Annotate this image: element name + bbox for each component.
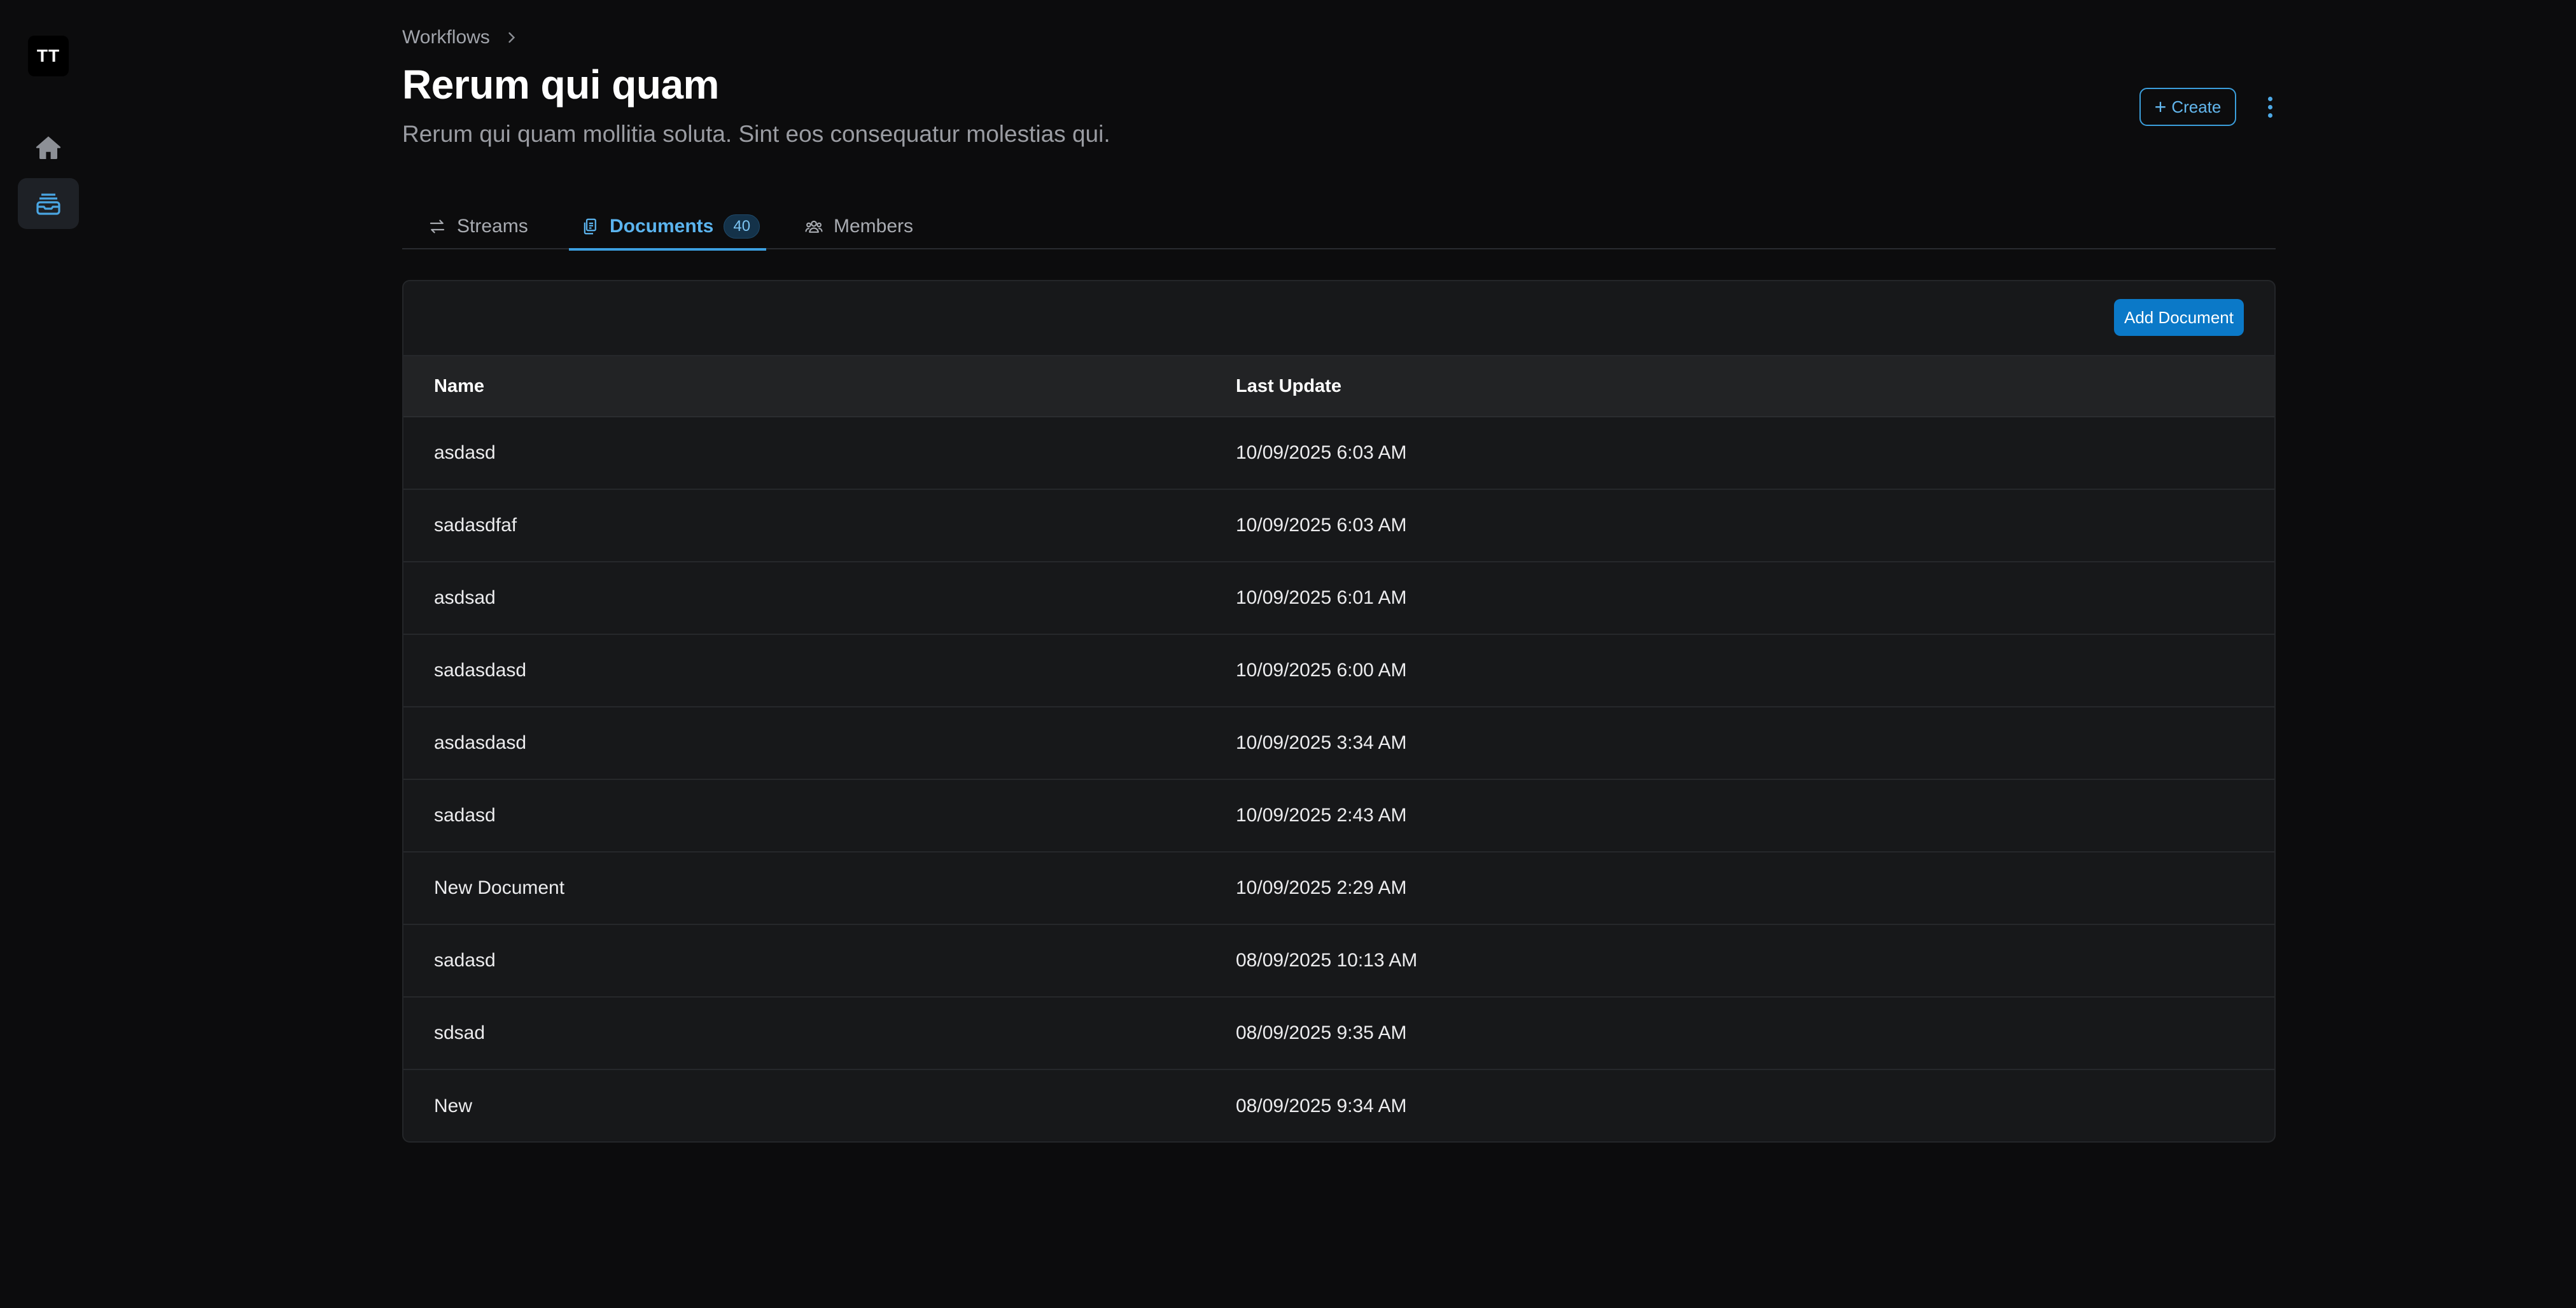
dot-icon [2267,113,2272,118]
tab-documents[interactable]: Documents 40 [569,205,766,251]
document-last-update: 10/09/2025 3:34 AM [1236,732,1407,753]
dot-icon [2267,96,2272,101]
table-header: Name Last Update [403,356,2274,417]
add-document-button[interactable]: Add Document [2114,299,2244,336]
document-last-update: 10/09/2025 6:00 AM [1236,660,1407,681]
document-last-update: 10/09/2025 6:01 AM [1236,587,1407,608]
tab-label: Streams [457,216,528,237]
document-name: sadasdasd [434,660,527,681]
table-row[interactable]: sadasdasd 10/09/2025 6:00 AM [403,635,2274,707]
document-name: New Document [434,877,565,898]
document-last-update: 08/09/2025 9:34 AM [1236,1096,1407,1117]
document-name: sadasdfaf [434,515,517,536]
document-last-update: 10/09/2025 6:03 AM [1236,442,1407,463]
create-button[interactable]: + Create [2139,88,2236,126]
dot-icon [2267,104,2272,109]
users-icon [805,220,823,233]
plus-icon: + [2154,95,2167,118]
table-row[interactable]: asdasd 10/09/2025 6:03 AM [403,417,2274,490]
document-last-update: 10/09/2025 2:29 AM [1236,877,1407,898]
document-last-update: 10/09/2025 2:43 AM [1236,805,1407,826]
create-button-label: Create [2171,97,2222,116]
arrows-right-left-icon [430,219,445,233]
table-row[interactable]: New 08/09/2025 9:34 AM [403,1070,2274,1141]
count-badge: 40 [724,214,760,239]
document-last-update: 08/09/2025 10:13 AM [1236,950,1418,971]
avatar[interactable]: TT [28,36,69,76]
document-name: sadasd [434,950,496,971]
table-row[interactable]: asdsad 10/09/2025 6:01 AM [403,562,2274,635]
table-row[interactable]: sdsad 08/09/2025 9:35 AM [403,998,2274,1070]
table-toolbar: Add Document [403,281,2274,356]
document-name: New [434,1096,473,1117]
page-subtitle: Rerum qui quam mollitia soluta. Sint eos… [402,121,1110,147]
document-name: asdsad [434,587,496,608]
table-row[interactable]: sadasdfaf 10/09/2025 6:03 AM [403,490,2274,562]
tab-bar: Streams Documents 40 Members [402,191,2276,251]
table-row[interactable]: sadasd 10/09/2025 2:43 AM [403,780,2274,852]
document-last-update: 08/09/2025 9:35 AM [1236,1022,1407,1043]
document-name: asdasd [434,442,496,463]
sidebar: TT [0,0,97,1308]
sidebar-item-home[interactable] [18,122,79,173]
more-options-button[interactable] [2254,90,2286,123]
column-header-name[interactable]: Name [434,376,484,397]
document-last-update: 10/09/2025 6:03 AM [1236,515,1407,536]
document-name: asdasdasd [434,732,527,753]
chevron-right-icon [508,32,515,43]
table-row[interactable]: New Document 10/09/2025 2:29 AM [403,852,2274,925]
tab-label: Members [834,216,914,237]
tab-label: Documents [610,216,714,237]
document-name: sadasd [434,805,496,826]
document-name: sdsad [434,1022,486,1043]
page-title: Rerum qui quam [402,62,719,108]
table-row[interactable]: sadasd 08/09/2025 10:13 AM [403,925,2274,998]
table-row[interactable]: asdasdasd 10/09/2025 3:34 AM [403,707,2274,780]
breadcrumb: Workflows [402,27,521,48]
documents-table-card: Add Document Name Last Update asdasd 10/… [402,280,2276,1143]
breadcrumb-item-workflows[interactable]: Workflows [402,27,490,48]
sidebar-item-documents[interactable] [18,178,79,229]
home-icon [36,136,61,159]
inbox-stack-icon [36,193,60,215]
column-header-last-update[interactable]: Last Update [1236,376,1341,397]
tab-members[interactable]: Members [804,205,913,248]
tab-streams[interactable]: Streams [428,205,528,248]
documents-icon [584,218,596,235]
